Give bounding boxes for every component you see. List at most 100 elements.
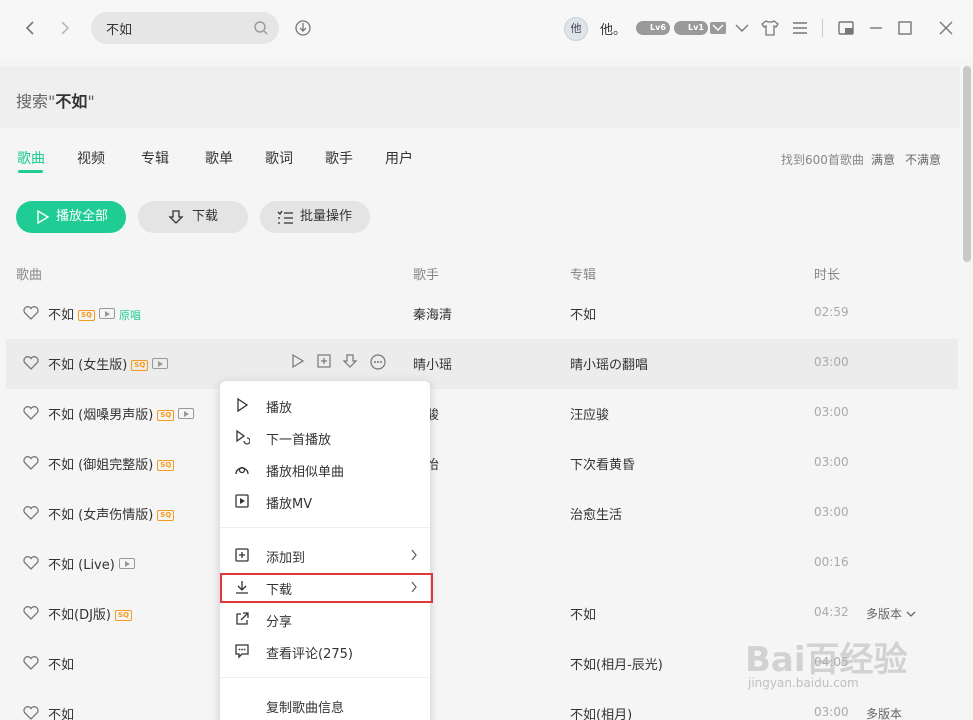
menu-item-add-to[interactable]: 添加到 (220, 539, 430, 571)
menu-icon[interactable] (790, 18, 810, 38)
menu-item-copy-info[interactable]: 复制歌曲信息 (220, 689, 430, 720)
back-button[interactable] (20, 18, 40, 38)
tab-artists[interactable]: 歌手 (325, 148, 353, 168)
mv-icon[interactable] (118, 558, 135, 569)
song-album[interactable]: 下次看黄昏 (570, 454, 635, 473)
mv-icon[interactable] (178, 408, 195, 419)
play-all-button[interactable]: 播放全部 (16, 201, 126, 233)
watermark-logo: Bai百经验 (745, 640, 908, 680)
song-duration: 00:16 (814, 555, 849, 569)
table-row[interactable]: 不如 光 不如(相月) 03:00 多版本 (6, 689, 958, 720)
download-icon (168, 209, 184, 225)
similar-icon (234, 461, 250, 477)
tab-albums[interactable]: 专辑 (141, 148, 169, 168)
batch-button[interactable]: 批量操作 (260, 201, 370, 233)
sq-badge: SQ (131, 360, 149, 371)
heart-icon[interactable] (22, 655, 40, 671)
forward-button[interactable] (55, 18, 75, 38)
song-album[interactable]: 不如(相月) (570, 704, 632, 720)
mini-mode-icon[interactable] (836, 18, 856, 38)
vip-badge[interactable]: Lv6 (636, 21, 670, 35)
menu-item-play[interactable]: 播放 (220, 389, 430, 421)
multi-version-link[interactable]: 多版本 (866, 605, 916, 622)
song-album[interactable]: 汪应骏 (570, 404, 609, 423)
comment-icon (234, 643, 250, 659)
heart-icon[interactable] (22, 505, 40, 521)
song-title[interactable]: 不如 SQ 原唱 (48, 304, 141, 323)
multi-version-link[interactable]: 多版本 (866, 705, 902, 720)
heart-icon[interactable] (22, 405, 40, 421)
song-title[interactable]: 不如 (Live) (48, 554, 135, 573)
song-artist[interactable]: 秦海清 (413, 304, 452, 323)
row-more-icon[interactable] (369, 353, 387, 371)
tab-users[interactable]: 用户 (385, 148, 413, 168)
song-title[interactable]: 不如 (48, 654, 74, 673)
row-play-icon[interactable] (290, 353, 306, 369)
heart-icon[interactable] (22, 605, 40, 621)
download-button[interactable]: 下载 (138, 201, 248, 233)
heart-icon[interactable] (22, 555, 40, 571)
search-icon[interactable] (253, 20, 269, 36)
message-icon[interactable] (708, 18, 728, 38)
menu-item-play-similar[interactable]: 播放相似单曲 (220, 453, 430, 485)
tab-videos[interactable]: 视频 (77, 148, 105, 168)
tab-lyrics[interactable]: 歌词 (265, 148, 293, 168)
song-album[interactable]: 不如 (570, 304, 596, 323)
maximize-icon[interactable] (895, 18, 915, 38)
mv-icon[interactable] (99, 308, 116, 319)
voice-search-button[interactable] (293, 18, 313, 38)
table-row[interactable]: 不如 (女声伤情版)SQ 冰 治愈生活 03:00 (6, 489, 958, 539)
song-duration: 03:00 (814, 505, 849, 519)
tab-songs[interactable]: 歌曲 (17, 148, 45, 168)
song-duration: 03:00 (814, 355, 849, 369)
song-title[interactable]: 不如 (女声伤情版) SQ (48, 504, 175, 523)
menu-item-play-mv[interactable]: 播放MV (220, 485, 430, 517)
scrollbar-thumb[interactable] (963, 66, 971, 262)
column-header-album[interactable]: 专辑 (570, 264, 596, 283)
satisfied-link[interactable]: 满意 (871, 151, 895, 168)
menu-divider (220, 527, 430, 528)
song-album[interactable]: 治愈生活 (570, 504, 622, 523)
menu-item-play-next[interactable]: 下一首播放 (220, 421, 430, 453)
song-artist[interactable]: 晴小瑶 (413, 354, 452, 373)
song-album[interactable]: 不如(相月-辰光) (570, 654, 663, 673)
chevron-down-icon[interactable] (732, 18, 752, 38)
menu-item-share[interactable]: 分享 (220, 603, 430, 635)
column-header-song[interactable]: 歌曲 (16, 264, 42, 283)
table-row[interactable]: 不如 SQ 原唱 秦海清 不如 02:59 (6, 289, 958, 339)
song-title[interactable]: 不如 (女生版) SQ (48, 354, 169, 373)
skin-icon[interactable] (760, 18, 780, 38)
column-header-artist[interactable]: 歌手 (413, 264, 439, 283)
row-add-icon[interactable] (316, 353, 332, 369)
heart-icon[interactable] (22, 355, 40, 371)
tab-playlists[interactable]: 歌单 (205, 148, 233, 168)
song-album[interactable]: 不如 (570, 604, 596, 623)
minimize-icon[interactable] (866, 18, 886, 38)
search-box[interactable]: 不如 (91, 12, 279, 44)
menu-item-comments[interactable]: 查看评论(275) (220, 635, 430, 667)
unsatisfied-link[interactable]: 不满意 (905, 151, 941, 168)
song-title[interactable]: 不如(DJ版) SQ (48, 604, 132, 623)
table-row[interactable]: 不如 (Live) 可 00:16 (6, 539, 958, 589)
add-icon (234, 547, 250, 563)
table-row[interactable]: 不如 (御姐完整版)SQ 嘉怡 下次看黄昏 03:00 (6, 439, 958, 489)
search-input[interactable]: 不如 (106, 19, 132, 38)
avatar[interactable]: 他 (564, 17, 588, 41)
heart-icon[interactable] (22, 305, 40, 321)
table-row[interactable]: 不如 (烟嗓男声版)SQ 应骏 汪应骏 03:00 (6, 389, 958, 439)
column-header-duration[interactable]: 时长 (814, 264, 840, 283)
table-row[interactable]: 不如 (女生版) SQ 晴小瑶 晴小瑶の翻唱 03:00 (6, 339, 958, 389)
heart-icon[interactable] (22, 455, 40, 471)
song-title[interactable]: 不如 (烟嗓男声版) SQ (48, 404, 195, 423)
row-download-icon[interactable] (342, 353, 358, 369)
song-duration: 03:00 (814, 705, 849, 719)
level-badge[interactable]: Lv1 (674, 21, 708, 35)
mv-icon[interactable] (152, 358, 169, 369)
close-icon[interactable] (936, 18, 956, 38)
song-title[interactable]: 不如 (御姐完整版) SQ (48, 454, 175, 473)
song-title[interactable]: 不如 (48, 704, 74, 720)
tab-underline (18, 170, 43, 173)
heart-icon[interactable] (22, 705, 40, 720)
song-album[interactable]: 晴小瑶の翻唱 (570, 354, 648, 373)
username[interactable]: 他。 (600, 19, 626, 38)
